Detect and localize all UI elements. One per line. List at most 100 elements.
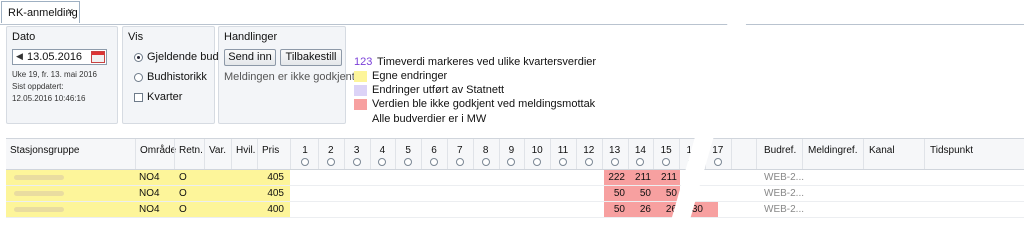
col-hour-12[interactable]: 12 [580, 145, 598, 156]
date-picker[interactable]: ◀ 13.05.2016 [12, 49, 107, 65]
hour-expand-icon[interactable] [301, 158, 309, 166]
var-cell [204, 186, 231, 201]
legend-text-ikke-godkjent: Verdien ble ikke godkjent ved meldingsmo… [372, 98, 596, 110]
col-hour-9[interactable]: 9 [502, 145, 520, 156]
col-hour-1[interactable]: 1 [296, 145, 314, 156]
tab-strip: RK-anmelding × [0, 0, 1024, 25]
grid-header: Stasjonsgruppe Område Retn. Var. Hvil. P… [6, 139, 1024, 170]
stasjonsgruppe-cell [6, 186, 135, 201]
col-retn[interactable]: Retn. [179, 145, 203, 156]
col-hour-17[interactable]: 17 [709, 145, 727, 156]
hour-expand-icon[interactable] [533, 158, 542, 166]
kvarter-label: Kvarter [147, 91, 183, 103]
var-cell [204, 170, 231, 185]
col-hour-13[interactable]: 13 [606, 145, 624, 156]
col-tidspunkt[interactable]: Tidspunkt [930, 145, 973, 156]
hour-expand-icon[interactable] [430, 158, 438, 166]
col-meldingref[interactable]: Meldingref. [808, 145, 857, 156]
hour-expand-icon[interactable] [481, 158, 490, 166]
pris-cell: 405 [257, 170, 290, 185]
hour-expand-icon[interactable] [404, 158, 413, 166]
handlinger-title: Handlinger [224, 31, 278, 43]
retn-cell: O [174, 202, 204, 217]
table-row[interactable]: NO4 O 405 50 50 50 WEB-2... [6, 186, 1024, 202]
col-hour-8[interactable]: 8 [477, 145, 495, 156]
legend-swatch-statnett [354, 85, 367, 96]
col-var[interactable]: Var. [209, 145, 226, 156]
col-kanal[interactable]: Kanal [869, 145, 895, 156]
col-hour-5[interactable]: 5 [399, 145, 417, 156]
tab-rk-anmelding[interactable]: RK-anmelding × [1, 1, 80, 23]
omrade-cell: NO4 [135, 186, 174, 201]
handlinger-panel: Handlinger Send inn Tilbakestill Melding… [218, 26, 355, 124]
hour-expand-icon[interactable] [507, 158, 516, 166]
col-hvil[interactable]: Hvil. [236, 145, 255, 156]
hour-expand-icon[interactable] [378, 158, 387, 166]
col-hour-3[interactable]: 3 [348, 145, 366, 156]
budref-cell: WEB-2... [764, 172, 805, 183]
radio-budhistorikk[interactable] [134, 73, 143, 82]
omrade-cell: NO4 [135, 202, 174, 217]
col-pris[interactable]: Pris [262, 145, 279, 156]
retn-cell: O [174, 170, 204, 185]
hour-expand-icon[interactable] [713, 158, 722, 166]
hour-expand-icon[interactable] [326, 158, 335, 166]
hour-15-cell[interactable]: 211 [654, 170, 680, 185]
pris-cell: 405 [257, 186, 290, 201]
updated-label: Sist oppdatert: [12, 82, 64, 91]
vis-title: Vis [128, 31, 144, 43]
calendar-icon[interactable] [91, 51, 105, 63]
col-hour-2[interactable]: 2 [322, 145, 340, 156]
hour-expand-icon[interactable] [610, 158, 619, 166]
col-hour-11[interactable]: 11 [554, 145, 572, 156]
radio-budhistorikk-label: Budhistorikk [147, 71, 207, 83]
hour-13-cell[interactable]: 222 [604, 170, 628, 185]
close-icon[interactable]: × [67, 6, 73, 18]
legend-swatch-ikke-godkjent [354, 99, 367, 110]
legend-swatch-egne [354, 71, 367, 82]
hour-expand-icon[interactable] [662, 158, 671, 166]
send-inn-button[interactable]: Send inn [224, 49, 276, 66]
col-hour-10[interactable]: 10 [528, 145, 546, 156]
kvarter-checkbox[interactable] [134, 93, 143, 102]
hour-expand-icon[interactable] [636, 158, 645, 166]
legend-number-text: Timeverdi markeres ved ulike kvartersver… [377, 56, 597, 68]
date-input[interactable]: 13.05.2016 [27, 51, 82, 63]
hvil-cell [231, 202, 257, 217]
col-omrade[interactable]: Område [140, 145, 176, 156]
budref-cell: WEB-2... [764, 204, 805, 215]
col-stasjonsgruppe[interactable]: Stasjonsgruppe [10, 145, 80, 156]
hour-expand-icon[interactable] [455, 158, 464, 166]
legend-number-sample: 123 [354, 56, 373, 68]
omrade-cell: NO4 [135, 170, 174, 185]
dato-panel: Dato ◀ 13.05.2016 Uke 19, fr. 13. mai 20… [6, 26, 118, 124]
radio-gjeldende-bud-label: Gjeldende bud [147, 51, 219, 63]
col-hour-15[interactable]: 15 [657, 145, 675, 156]
col-hour-6[interactable]: 6 [425, 145, 443, 156]
hour-expand-icon[interactable] [584, 158, 593, 166]
hour-13-cell[interactable]: 50 [604, 186, 628, 201]
tilbakestill-button[interactable]: Tilbakestill [280, 49, 342, 66]
hour-expand-icon[interactable] [352, 158, 361, 166]
legend-text-egne: Egne endringer [372, 70, 448, 82]
table-row[interactable]: NO4 O 405 222 211 211 WEB-2... [6, 170, 1024, 186]
hour-14-cell[interactable]: 26 [628, 202, 654, 217]
col-hour-7[interactable]: 7 [451, 145, 469, 156]
hour-17-cell[interactable] [706, 202, 718, 217]
col-hour-14[interactable]: 14 [631, 145, 649, 156]
hour-14-cell[interactable]: 211 [628, 170, 654, 185]
hour-14-cell[interactable]: 50 [628, 186, 654, 201]
budref-cell: WEB-2... [764, 188, 805, 199]
hour-13-cell[interactable]: 50 [604, 202, 628, 217]
pris-cell: 400 [257, 202, 290, 217]
radio-gjeldende-bud[interactable] [134, 53, 143, 62]
col-hour-4[interactable]: 4 [373, 145, 391, 156]
col-budref[interactable]: Budref. [764, 145, 796, 156]
hour-expand-icon[interactable] [559, 158, 567, 166]
date-prev-icon[interactable]: ◀ [16, 51, 23, 62]
table-row[interactable]: NO4 O 400 50 26 26 30 WEB-2... [6, 202, 1024, 218]
stasjonsgruppe-cell [6, 202, 135, 217]
bid-grid: Stasjonsgruppe Område Retn. Var. Hvil. P… [6, 138, 1024, 218]
updated-value: 12.05.2016 10:46:16 [12, 94, 86, 103]
hvil-cell [231, 186, 257, 201]
